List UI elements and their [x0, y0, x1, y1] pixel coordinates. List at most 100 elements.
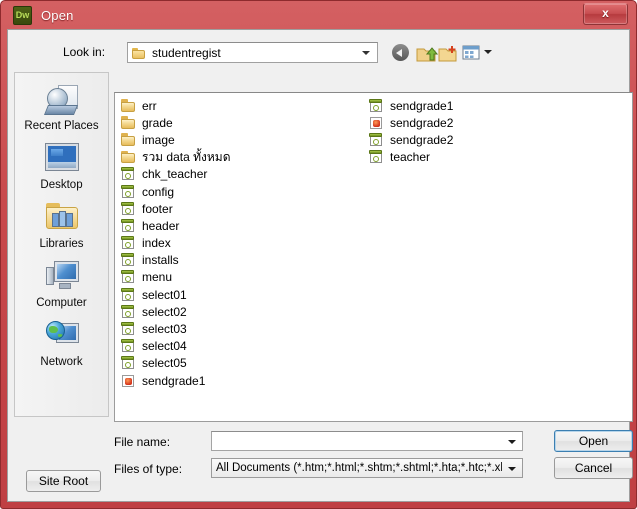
file-list-item-label: sendgrade2: [390, 115, 454, 130]
title-bar: Dw Open x: [7, 1, 630, 29]
file-list-item[interactable]: header: [119, 217, 367, 234]
file-name-input[interactable]: [211, 431, 523, 451]
file-list-item[interactable]: sendgrade1: [367, 97, 615, 114]
html-file-icon: [121, 236, 136, 250]
file-list-item-label: sendgrade1: [142, 373, 206, 388]
window-title: Open: [41, 7, 74, 23]
file-list-item[interactable]: grade: [119, 114, 367, 131]
file-list-column-2: sendgrade1 sendgrade2 sendgrade2 teacher: [367, 97, 615, 166]
file-list-item[interactable]: image: [119, 131, 367, 148]
views-icon[interactable]: [460, 41, 493, 64]
file-list-item[interactable]: select01: [119, 286, 367, 303]
files-of-type-label: Files of type:: [114, 462, 183, 476]
network-icon: [15, 321, 108, 355]
cancel-button[interactable]: Cancel: [554, 457, 633, 479]
file-list-item[interactable]: index: [119, 235, 367, 252]
sidebar-item-libraries[interactable]: Libraries: [15, 203, 108, 250]
desktop-icon: [15, 144, 108, 178]
file-list-item-label: header: [142, 218, 180, 233]
file-list-item-label: select02: [142, 304, 187, 319]
file-list-item[interactable]: sendgrade2: [367, 131, 615, 148]
libraries-icon: [15, 203, 108, 237]
lookin-dropdown[interactable]: studentregist: [127, 42, 378, 63]
sidebar-item-label: Computer: [36, 297, 87, 309]
file-list-item[interactable]: select02: [119, 303, 367, 320]
file-list-item-label: chk_teacher: [142, 167, 208, 182]
file-list-item[interactable]: menu: [119, 269, 367, 286]
file-list-item-label: footer: [142, 201, 173, 216]
file-list-item-label: teacher: [390, 150, 431, 165]
file-list-item[interactable]: sendgrade1: [119, 372, 367, 389]
html-file-icon: [121, 270, 136, 284]
file-name-label: File name:: [114, 435, 171, 449]
file-list-item[interactable]: teacher: [367, 149, 615, 166]
up-one-level-icon[interactable]: [415, 41, 439, 64]
file-list-item-label: select01: [142, 287, 187, 302]
file-list-item-label: select04: [142, 339, 187, 354]
file-list-item-label: err: [142, 98, 157, 113]
lookin-value: studentregist: [152, 45, 221, 60]
html-file-icon: [121, 218, 136, 233]
places-sidebar: Recent Places Desktop Libraries Computer: [14, 72, 109, 417]
file-list-item[interactable]: รวม data ทั้งหมด: [119, 149, 367, 166]
sidebar-item-recent-places[interactable]: Recent Places: [15, 85, 108, 132]
files-of-type-dropdown[interactable]: All Documents (*.htm;*.html;*.shtm;*.sht…: [211, 458, 523, 478]
html-file-icon: [369, 98, 384, 113]
close-icon[interactable]: x: [583, 3, 628, 25]
file-list-item-label: grade: [142, 115, 173, 130]
file-list-item-label: menu: [142, 270, 173, 285]
site-root-button[interactable]: Site Root: [26, 470, 101, 492]
file-list-item[interactable]: err: [119, 97, 367, 114]
file-list-item-label: installs: [142, 253, 179, 268]
file-list-item-label: select03: [142, 322, 187, 337]
lookin-row: Look in: studentregist: [8, 40, 629, 66]
folder-icon: [121, 150, 136, 164]
recent-places-icon: [15, 85, 108, 119]
html-file-icon: [121, 184, 136, 199]
html-file-icon: [369, 150, 384, 164]
html-file-icon: [121, 167, 136, 181]
chevron-down-icon: [362, 51, 370, 55]
back-icon[interactable]: [389, 41, 412, 64]
html-file-icon: [121, 322, 136, 336]
file-list-item[interactable]: config: [119, 183, 367, 200]
dreamweaver-icon: Dw: [13, 5, 32, 25]
file-list-item-label: image: [142, 132, 175, 147]
open-file-dialog-window: Dw Open x Look in: studentregist Recent …: [0, 0, 637, 509]
sidebar-item-desktop[interactable]: Desktop: [15, 144, 108, 191]
file-list-item-label: sendgrade2: [390, 132, 454, 147]
chevron-down-icon[interactable]: [508, 440, 516, 444]
html-file-icon: [121, 304, 136, 319]
file-list-item[interactable]: chk_teacher: [119, 166, 367, 183]
open-button[interactable]: Open: [554, 430, 633, 452]
file-list-item-label: sendgrade1: [390, 98, 454, 113]
image-file-icon: [369, 116, 384, 130]
sidebar-item-computer[interactable]: Computer: [15, 262, 108, 309]
new-folder-icon[interactable]: [437, 41, 460, 64]
file-list-item[interactable]: select04: [119, 338, 367, 355]
sidebar-item-label: Network: [40, 356, 83, 368]
file-list-item[interactable]: select05: [119, 355, 367, 372]
file-list-column-1: err grade image รวม data ทั้งหมด chk_teacher…: [119, 97, 367, 389]
lookin-label: Look in:: [63, 45, 106, 59]
file-list-item[interactable]: footer: [119, 200, 367, 217]
html-file-icon: [121, 356, 136, 370]
folder-icon: [121, 133, 136, 146]
folder-icon: [121, 116, 136, 129]
image-file-icon: [121, 374, 136, 388]
html-file-icon: [121, 287, 136, 302]
sidebar-item-label: Desktop: [40, 179, 83, 191]
file-list-item-label: config: [142, 184, 175, 199]
file-list-item[interactable]: installs: [119, 252, 367, 269]
dialog-body: Look in: studentregist Recent Places Des…: [7, 29, 633, 502]
file-list-item[interactable]: select03: [119, 320, 367, 337]
file-list-item-label: รวม data ทั้งหมด: [142, 149, 231, 164]
file-list-item[interactable]: sendgrade2: [367, 114, 615, 131]
file-list-item-label: index: [142, 236, 171, 251]
sidebar-item-label: Libraries: [39, 238, 84, 250]
html-file-icon: [369, 132, 384, 147]
folder-icon: [121, 99, 136, 112]
sidebar-item-network[interactable]: Network: [15, 321, 108, 368]
html-file-icon: [121, 339, 136, 353]
file-list-panel[interactable]: err grade image รวม data ทั้งหมด chk_teacher…: [114, 92, 633, 422]
